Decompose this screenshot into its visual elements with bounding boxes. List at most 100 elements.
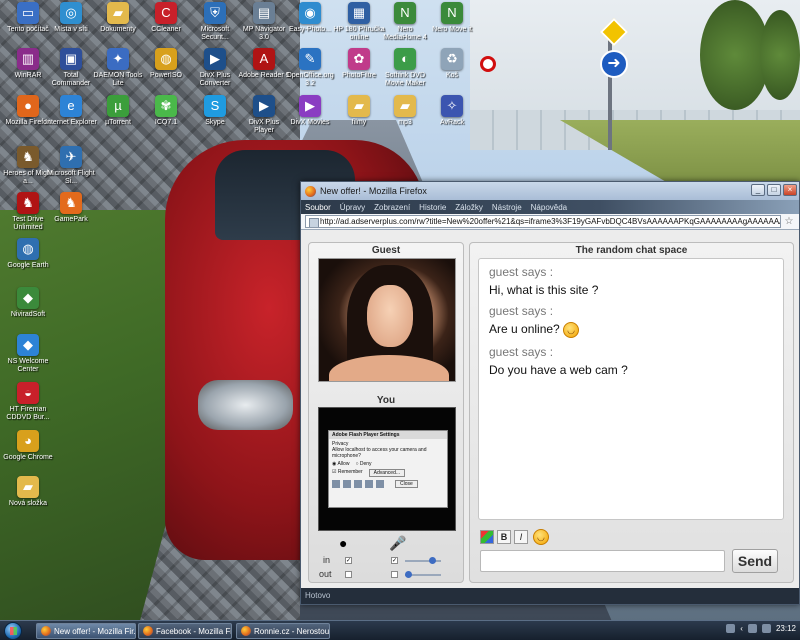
no-entry-sign [480,56,496,72]
desktop-icon[interactable]: e Internet Explorer [45,95,97,127]
desktop-icon[interactable]: N Nero Move it [426,2,478,34]
flash-remember-checkbox[interactable]: ☑ Remember [332,469,363,477]
flash-allow-radio[interactable]: ◉ Allow [332,461,349,467]
battery-tray-icon[interactable] [761,624,771,633]
flash-storage-icon[interactable] [343,480,351,488]
desktop-icon[interactable]: µ µTorrent [92,95,144,127]
slider-knob[interactable] [405,571,412,578]
chrome-icon: ◕ [17,430,39,452]
desktop-icon[interactable]: ✾ ICQ7.1 [140,95,192,127]
taskbar-button-label: New offer! - Mozilla Fir... [54,626,136,636]
desktop-icon[interactable]: ✿ PhotoFiltre [333,48,385,80]
bookmark-star-icon[interactable]: ☆ [783,216,795,227]
mic-out-slider[interactable] [405,571,441,578]
taskbar-button-facebook[interactable]: Facebook - Mozilla Fire... [138,623,232,639]
mic-in-slider[interactable] [405,557,441,564]
window-title: New offer! - Mozilla Firefox [320,186,427,196]
chat-message-list[interactable]: guest says : Hi, what is this site ? gue… [478,258,784,520]
desktop-icon[interactable]: A Adobe Reader 9 [238,48,290,80]
desktop-icon[interactable]: ✈ Microsoft Flight Si... [45,146,97,186]
flash-advanced-button[interactable]: Advanced... [368,469,406,477]
desktop-icon[interactable]: ◐ Sothink DVD Movie Maker [379,48,431,88]
desktop-icon[interactable]: ▰ mp3 [379,95,431,127]
taskbar-button-ronnie[interactable]: Ronnie.cz - Nerostouci... [236,623,330,639]
taskbar-button-new-offer[interactable]: New offer! - Mozilla Fir... [36,623,136,639]
desktop-icon[interactable]: ◉ Easy-Photo... [284,2,336,34]
flash-mic-icon[interactable] [365,480,373,488]
flash-deny-radio[interactable]: ○ Deny [355,461,371,467]
desktop-icon[interactable]: ♻ Koš [426,48,478,80]
skype-icon: S [204,95,226,117]
menu-bookmarks[interactable]: Záložky [455,203,483,212]
text-color-button[interactable] [480,530,494,544]
desktop-icon-label: GamePark [54,216,88,223]
desktop-icon[interactable]: ◍ PowerISO [140,48,192,80]
clock[interactable]: 23:12 [776,624,796,633]
maximize-button[interactable]: □ [767,184,781,196]
desktop-icon[interactable]: ◍ Google Earth [2,238,54,270]
desktop-icon[interactable]: C CCleaner [140,2,192,34]
tray-expand-icon[interactable]: ‹ [740,624,743,633]
desktop-icon[interactable]: ◆ NiviradSoft [2,287,54,319]
chat-message: guest says : Hi, what is this site ? [489,265,773,297]
desktop-icon[interactable]: ♞ GamePark [45,192,97,224]
nero-icon: N [441,2,463,24]
desktop-icon[interactable]: ✧ AvRack [426,95,478,127]
desktop-icon[interactable]: ▣ Total Commander [45,48,97,88]
cam-out-checkbox[interactable] [345,571,352,578]
desktop-icon[interactable]: ▤ MP Navigator 3.0 [238,2,290,42]
firefox-icon [305,185,316,197]
firefox-icon [143,626,153,636]
desktop-icon[interactable]: N Nero MediaHome 4 [379,2,431,42]
flash-display-icon[interactable] [376,480,384,488]
desktop-icon[interactable]: ▦ HP 180 Příručka online [333,2,385,42]
desktop-icon[interactable]: ▶ DivX Movies [284,95,336,127]
url-field[interactable]: http://ad.adserverplus.com/rw?title=New%… [305,215,781,228]
network-tray-icon[interactable] [726,624,736,633]
flash-camera-icon[interactable] [354,480,362,488]
slider-knob[interactable] [429,557,436,564]
utorrent-icon: µ [107,95,129,117]
window-titlebar[interactable]: New offer! - Mozilla Firefox _ □ × [301,182,799,200]
desktop-icon[interactable]: ✎ OpenOffice.org 3.2 [284,48,336,88]
desktop-icon[interactable]: ◎ Místa v síti [45,2,97,34]
ie-icon: e [60,95,82,117]
desktop-icon[interactable]: ▰ Dokumenty [92,2,144,34]
cam-in-checkbox[interactable]: ✓ [345,557,352,564]
menu-view[interactable]: Zobrazení [374,203,410,212]
italic-button[interactable]: I [514,530,528,544]
menu-edit[interactable]: Úpravy [340,203,365,212]
menu-help[interactable]: Nápověda [531,203,567,212]
desktop-icon[interactable]: ◆ NS Welcome Center [2,334,54,374]
bold-button[interactable]: B [497,530,511,544]
message-input[interactable] [480,550,725,572]
desktop-icon[interactable]: ⛨ Microsoft Securit... [189,2,241,42]
desktop-icon-label: mp3 [398,119,412,126]
desktop-icon[interactable]: S Skype [189,95,241,127]
desktop-icon[interactable]: ✦ DAEMON Tools Lite [92,48,144,88]
you-video: Adobe Flash Player Settings Privacy Allo… [318,407,456,531]
mic-in-checkbox[interactable]: ✓ [391,557,398,564]
firefox-window[interactable]: New offer! - Mozilla Firefox _ □ × Soubo… [300,181,800,605]
menu-tools[interactable]: Nástroje [492,203,522,212]
flash-close-button[interactable]: Close [395,480,418,488]
desktop-icon[interactable]: ▰ Nová složka [2,476,54,508]
photo-icon: ◉ [299,2,321,24]
desktop-icon[interactable]: ◒ HT Fireman CDDVD Bur... [2,382,54,422]
menu-file[interactable]: Soubor [305,203,331,212]
volume-tray-icon[interactable] [747,624,757,633]
send-button[interactable]: Send [732,549,778,573]
desktop-icon[interactable]: ◕ Google Chrome [2,430,54,462]
minimize-button[interactable]: _ [751,184,765,196]
start-button[interactable] [4,622,22,640]
mic-out-checkbox[interactable] [391,571,398,578]
close-button[interactable]: × [783,184,797,196]
firefox-icon: ● [17,95,39,117]
emoticon-button[interactable] [533,529,549,545]
desktop-icon[interactable]: ▶ DivX Plus Converter [189,48,241,88]
desktop-icon[interactable]: ▶ DivX Plus Player [238,95,290,135]
desktop-icon-label: HT Fireman CDDVD Bur... [6,406,50,421]
flash-privacy-icon[interactable] [332,480,340,488]
desktop-icon[interactable]: ▰ filmy [333,95,385,127]
menu-history[interactable]: Historie [419,203,446,212]
